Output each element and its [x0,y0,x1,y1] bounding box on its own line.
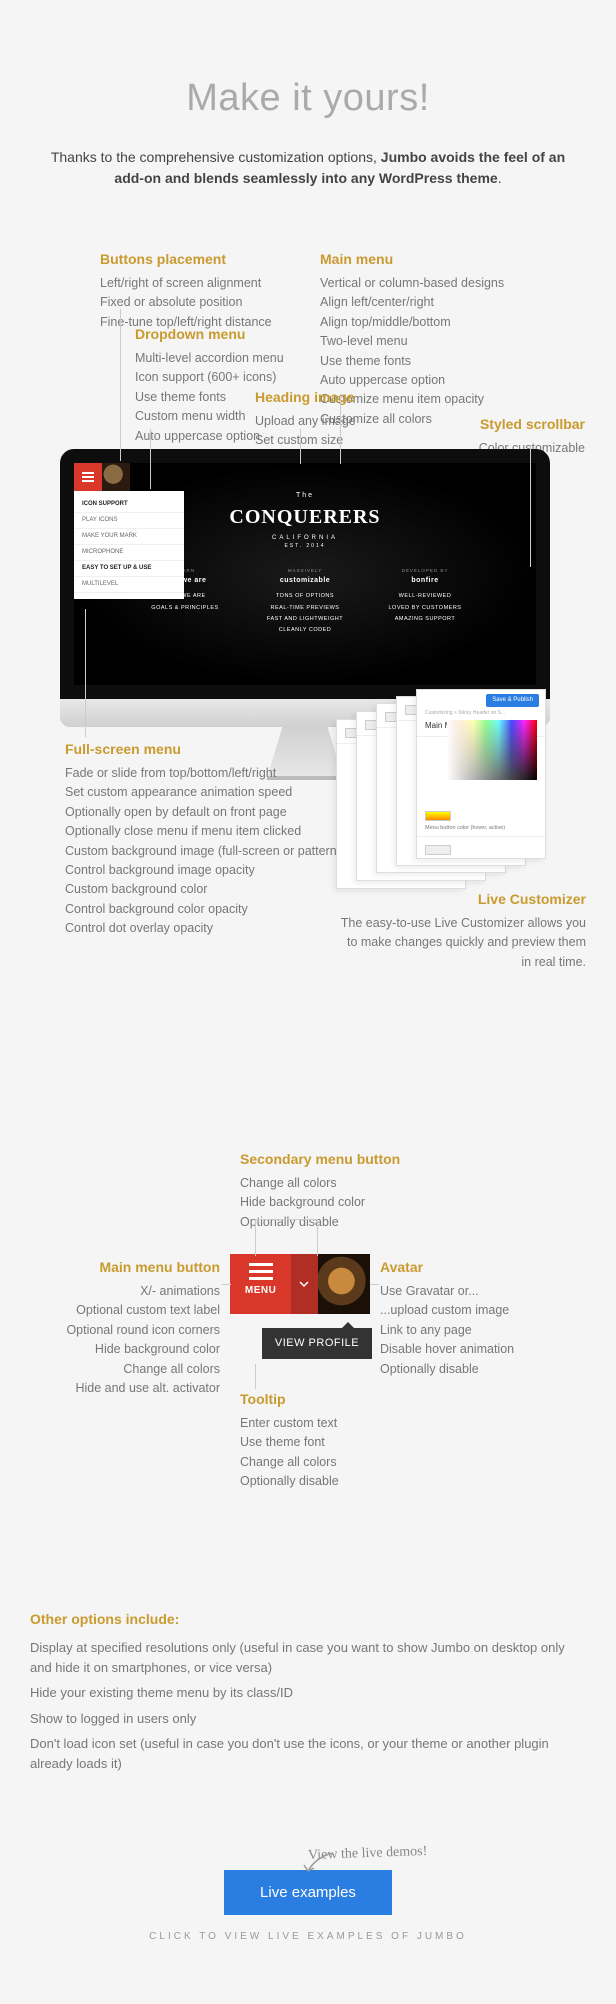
page-subtitle: Thanks to the comprehensive customizatio… [30,147,586,189]
feature-title: Full-screen menu [65,739,365,760]
feature-title: Avatar [380,1257,580,1278]
menu-button-demo: MENU VIEW PROFILE [230,1254,370,1359]
feature-avatar: Avatar Use Gravatar or... ...upload cust… [380,1257,580,1379]
page-title: Make it yours! [30,70,586,127]
other-option-item: Don't load icon set (useful in case you … [30,1734,586,1773]
feature-title: Styled scrollbar [405,414,585,435]
secondary-menu-button-demo [291,1254,317,1314]
feature-main-menu-button: Main menu button X/- animations Optional… [40,1257,220,1398]
cta-section: View the live demos! Live examples CLICK… [30,1843,586,1944]
feature-tooltip: Tooltip Enter custom text Use theme font… [240,1389,440,1492]
feature-title: Buttons placement [100,249,300,270]
feature-buttons-placement: Buttons placement Left/right of screen a… [100,249,300,332]
feature-title: Heading image [255,387,405,408]
callout-line [340,394,341,464]
arrow-icon [298,1849,338,1879]
feature-title: Live Customizer [336,889,586,910]
callout-line [300,429,301,464]
feature-title: Tooltip [240,1389,440,1410]
tooltip-demo: VIEW PROFILE [262,1328,372,1359]
hamburger-icon [74,463,102,491]
feature-title: Secondary menu button [240,1149,460,1170]
callout-line [530,447,531,567]
feature-heading-image: Heading image Upload any image Set custo… [255,387,405,451]
feature-title: Main menu button [40,1257,220,1278]
callout-line [150,429,151,489]
callout-line [317,1219,318,1256]
main-menu-button-demo: MENU [230,1254,291,1314]
dropdown-panel-demo: ICON SUPPORT PLAY ICONS MAKE YOUR MARK M… [74,491,184,599]
cta-subtext: CLICK TO VIEW LIVE EXAMPLES OF JUMBO [30,1929,586,1944]
customizer-panels: Save & Publish Customizing > Sticky Head… [336,689,586,889]
color-picker [447,720,537,780]
other-option-item: Show to logged in users only [30,1709,586,1729]
feature-live-customizer: Live Customizer The easy-to-use Live Cus… [336,889,586,972]
avatar-demo [318,1254,371,1314]
feature-title: Main menu [320,249,550,270]
callout-line [85,609,86,737]
callout-line [255,1219,317,1220]
callout-line [120,309,121,461]
imac-screen: ICON SUPPORT PLAY ICONS MAKE YOUR MARK M… [60,449,550,699]
feature-fullscreen-menu: Full-screen menu Fade or slide from top/… [65,739,365,938]
other-option-item: Display at specified resolutions only (u… [30,1638,586,1677]
save-publish-button: Save & Publish [486,694,539,707]
avatar-thumb [102,463,130,491]
feature-title: Dropdown menu [135,324,335,345]
callout-line [222,1284,231,1285]
callout-line [370,1284,379,1285]
other-options: Other options include: Display at specif… [30,1609,586,1773]
other-option-item: Hide your existing theme menu by its cla… [30,1683,586,1703]
other-options-title: Other options include: [30,1609,586,1630]
imac-feature-area: Buttons placement Left/right of screen a… [30,249,586,969]
callout-line [255,1219,256,1256]
hamburger-icon [249,1270,273,1273]
chevron-down-icon [299,1279,309,1289]
button-detail-area: Secondary menu button Change all colors … [30,1149,586,1529]
callout-line [255,1364,256,1389]
